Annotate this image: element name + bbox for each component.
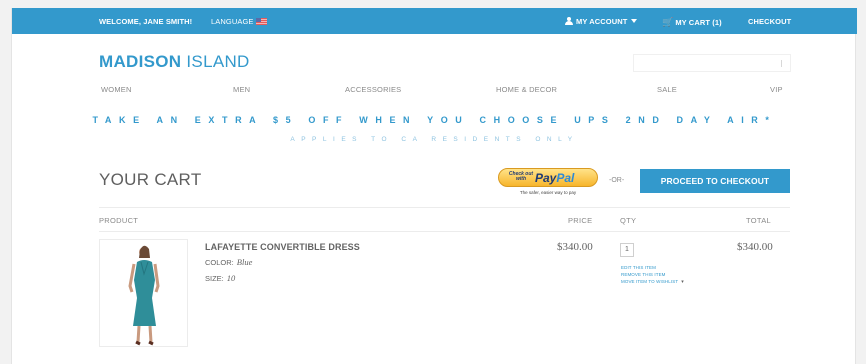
page-title: YOUR CART	[99, 170, 202, 189]
item-price: $340.00	[557, 241, 593, 253]
edit-item-link[interactable]: EDIT THIS ITEM	[621, 265, 656, 270]
item-total: $340.00	[737, 241, 773, 253]
language-label: LANGUAGE	[211, 17, 254, 26]
move-to-wishlist-link[interactable]: MOVE ITEM TO WISHLIST ▾	[621, 279, 684, 285]
move-to-wishlist-label: MOVE ITEM TO WISHLIST	[621, 279, 679, 284]
paypal-pill: Check out with PayPal	[498, 168, 598, 187]
chevron-down-icon	[631, 19, 638, 23]
user-icon	[565, 17, 573, 25]
option-label: SIZE:	[205, 274, 224, 283]
quantity-input[interactable]: 1	[620, 243, 634, 257]
search-input[interactable]	[633, 54, 791, 72]
paypal-logo-pal: Pal	[556, 171, 575, 185]
column-header-qty: QTY	[620, 216, 637, 225]
nav-item-women[interactable]: WOMEN	[101, 85, 132, 94]
logo-light-text: ISLAND	[181, 52, 250, 71]
paypal-logo: PayPal	[535, 171, 574, 185]
us-flag-icon	[256, 18, 268, 25]
my-account-menu[interactable]: MY ACCOUNT	[565, 17, 638, 26]
my-account-label: MY ACCOUNT	[576, 17, 628, 26]
nav-item-home-decor[interactable]: HOME & DECOR	[496, 85, 557, 94]
logo-bold-text: MADISON	[99, 52, 182, 71]
promo-banner: TAKE AN EXTRA $5 OFF WHEN YOU CHOOSE UPS…	[92, 115, 777, 125]
option-value: Blue	[236, 257, 253, 267]
language-switcher[interactable]: LANGUAGE	[211, 17, 268, 26]
nav-item-men[interactable]: MEN	[233, 85, 250, 94]
column-header-product: PRODUCT	[99, 216, 139, 225]
page: WELCOME, JANE SMITH! LANGUAGE MY ACCOUNT…	[11, 8, 857, 364]
divider	[99, 231, 790, 232]
nav-item-vip[interactable]: VIP	[770, 85, 783, 94]
product-option-size: SIZE: 10	[205, 273, 235, 283]
welcome-message: WELCOME, JANE SMITH!	[99, 17, 193, 26]
cart-icon: 🛒	[662, 17, 674, 27]
remove-item-link[interactable]: REMOVE THIS ITEM	[621, 272, 666, 277]
paypal-checkout-button[interactable]: Check out with PayPal The safer, easier …	[496, 168, 600, 200]
checkout-link[interactable]: CHECKOUT	[748, 17, 791, 26]
paypal-logo-pay: Pay	[535, 171, 557, 185]
site-logo[interactable]: MADISON ISLAND	[99, 52, 250, 72]
nav-item-accessories[interactable]: ACCESSORIES	[345, 85, 401, 94]
paypal-small-text: Check out with	[508, 171, 534, 182]
paypal-tagline: The safer, easier way to pay	[519, 190, 577, 195]
chevron-down-icon: ▾	[681, 279, 684, 285]
top-bar: WELCOME, JANE SMITH! LANGUAGE MY ACCOUNT…	[12, 8, 857, 34]
nav-item-sale[interactable]: SALE	[657, 85, 677, 94]
my-cart-label: MY CART (1)	[675, 18, 722, 27]
product-option-color: COLOR: Blue	[205, 257, 252, 267]
main-nav: WOMEN MEN ACCESSORIES HOME & DECOR SALE …	[12, 85, 857, 99]
option-label: COLOR:	[205, 258, 234, 267]
product-image[interactable]	[99, 239, 188, 347]
screenshot-frame: WELCOME, JANE SMITH! LANGUAGE MY ACCOUNT…	[0, 0, 866, 364]
promo-subtext: APPLIES TO CA RESIDENTS ONLY	[290, 136, 579, 143]
product-name-link[interactable]: LAFAYETTE CONVERTIBLE DRESS	[205, 242, 360, 252]
column-header-total: TOTAL	[746, 216, 771, 225]
column-header-price: PRICE	[568, 216, 593, 225]
proceed-to-checkout-button[interactable]: PROCEED TO CHECKOUT	[640, 169, 790, 193]
or-separator: -OR-	[609, 177, 625, 184]
my-cart-link[interactable]: 🛒 MY CART (1)	[662, 17, 722, 28]
option-value: 10	[226, 273, 236, 283]
divider	[99, 207, 790, 208]
dress-model-image	[128, 245, 160, 346]
